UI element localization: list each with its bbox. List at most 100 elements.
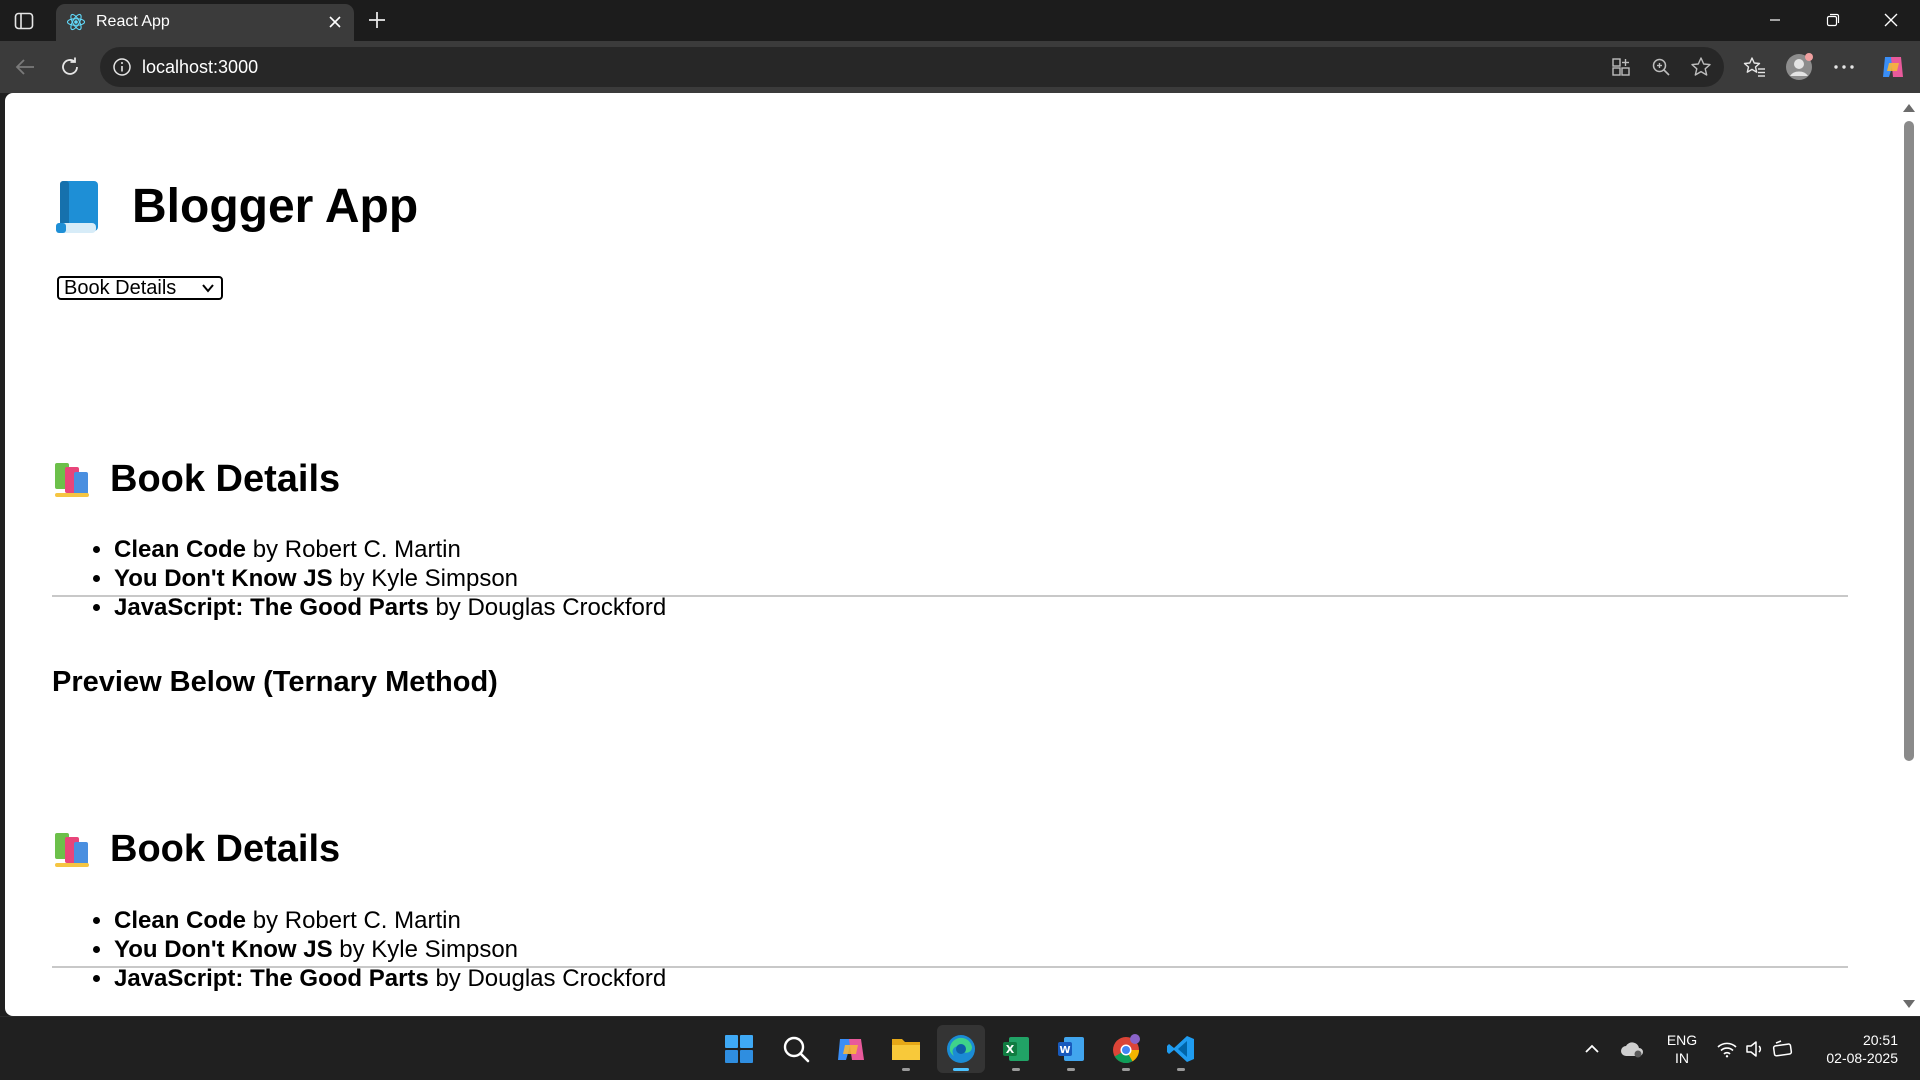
volume-button[interactable] [1743,1037,1767,1061]
blue-book-icon [56,181,98,233]
zoom-button[interactable] [1649,55,1673,79]
running-indicator [1122,1068,1130,1071]
address-bar[interactable]: localhost:3000 [100,47,1724,87]
app-available-button[interactable] [1609,55,1633,79]
browser-window: React App localhost:3000 Blogger App Boo… [0,0,1920,1080]
svg-text:X: X [1006,1043,1015,1056]
taskbar-excel[interactable]: X [992,1025,1040,1073]
taskbar-file-explorer[interactable] [882,1025,930,1073]
tab-actions-button[interactable] [11,9,37,33]
copilot-icon [1883,57,1903,77]
copilot-icon [838,1039,864,1060]
taskbar: X W ENG IN 20:51 02-08-2025 [0,1016,1920,1080]
list-item: JavaScript: The Good Parts by Douglas Cr… [114,964,666,993]
language-code: ENG [1666,1032,1698,1048]
back-button[interactable] [9,51,41,83]
book-title: JavaScript: The Good Parts [114,594,429,621]
word-icon: W [1058,1037,1084,1061]
tab-strip: React App [0,0,1920,41]
taskbar-search-button[interactable] [772,1025,820,1073]
start-button[interactable] [715,1025,763,1073]
speaker-icon [1746,1041,1762,1057]
preview-heading: Preview Below (Ternary Method) [52,666,498,698]
book-author: Robert C. Martin [284,536,461,563]
settings-more-button[interactable] [1828,51,1860,83]
running-indicator [1012,1068,1020,1071]
preview-book-details-title-text: Book Details [110,828,341,870]
favorites-button[interactable] [1739,51,1771,83]
star-icon [1691,57,1711,76]
app-title: Blogger App [52,177,418,237]
battery-icon [1772,1040,1793,1057]
scroll-thumb[interactable] [1904,121,1914,761]
close-icon [1884,13,1898,27]
taskbar-word[interactable]: W [1047,1025,1095,1073]
url-text[interactable]: localhost:3000 [142,56,258,78]
scroll-up-arrow[interactable] [1903,104,1915,112]
browser-toolbar: localhost:3000 [0,41,1920,93]
system-clock[interactable]: 20:51 02-08-2025 [1826,1031,1898,1067]
chevron-down-icon [202,284,214,293]
start-icon [725,1035,753,1063]
back-arrow-icon [15,59,34,75]
book-title: You Don't Know JS [114,936,333,963]
divider [52,966,1848,968]
book-author: Robert C. Martin [284,907,461,934]
tab-close-button[interactable] [326,13,344,31]
book-author: Kyle Simpson [371,936,519,963]
book-title: Clean Code [114,907,247,934]
svg-text:W: W [1059,1045,1070,1056]
excel-icon: X [1003,1037,1029,1061]
copilot-button[interactable] [1877,51,1909,83]
by-label: by [252,536,279,563]
avatar-icon [1786,53,1813,80]
vscode-icon [1167,1036,1194,1062]
view-select[interactable]: Book Details [57,276,223,300]
close-icon [329,16,341,28]
book-title: Clean Code [114,536,247,563]
by-label: by [339,936,365,963]
list-item: Clean Code by Robert C. Martin [114,535,666,564]
language-indicator[interactable]: ENG IN [1664,1031,1700,1067]
new-tab-button[interactable] [364,7,390,33]
network-button[interactable] [1715,1037,1739,1061]
clock-time: 20:51 [1862,1032,1898,1048]
taskbar-edge[interactable] [937,1025,985,1073]
running-indicator [1177,1068,1185,1071]
close-window-button[interactable] [1864,0,1918,40]
profile-button[interactable] [1783,51,1815,83]
show-hidden-icons-button[interactable] [1580,1037,1604,1061]
more-icon [1834,65,1854,69]
scroll-down-arrow[interactable] [1903,1000,1915,1008]
by-label: by [339,565,365,592]
books-icon [55,463,89,497]
minimize-button[interactable] [1748,0,1802,40]
book-author: Douglas Crockford [467,965,667,992]
battery-button[interactable] [1772,1037,1796,1061]
books-icon [55,833,89,867]
running-indicator [902,1068,910,1071]
page-scrollbar[interactable] [1896,93,1920,1016]
region-code: IN [1675,1050,1689,1066]
running-indicator [1067,1068,1075,1071]
taskbar-vscode[interactable] [1157,1025,1205,1073]
clock-date: 02-08-2025 [1826,1050,1898,1066]
plus-icon [369,12,385,28]
restore-button[interactable] [1806,0,1860,40]
edge-icon [947,1035,975,1063]
wifi-icon [1717,1042,1737,1058]
tab-react-app[interactable]: React App [56,4,354,41]
favorites-icon [1743,57,1765,77]
refresh-button[interactable] [54,51,86,83]
book-author: Kyle Simpson [371,565,519,592]
by-label: by [435,965,461,992]
taskbar-chrome[interactable] [1102,1025,1150,1073]
page-viewport: Blogger App Book Details Book Details Cl [5,93,1896,1016]
taskbar-copilot-button[interactable] [827,1025,875,1073]
favorite-button[interactable] [1689,55,1713,79]
restore-icon [1826,13,1840,27]
running-indicator [953,1068,969,1071]
list-item: JavaScript: The Good Parts by Douglas Cr… [114,593,666,622]
site-info-icon[interactable] [112,57,132,77]
onedrive-button[interactable] [1620,1037,1644,1061]
